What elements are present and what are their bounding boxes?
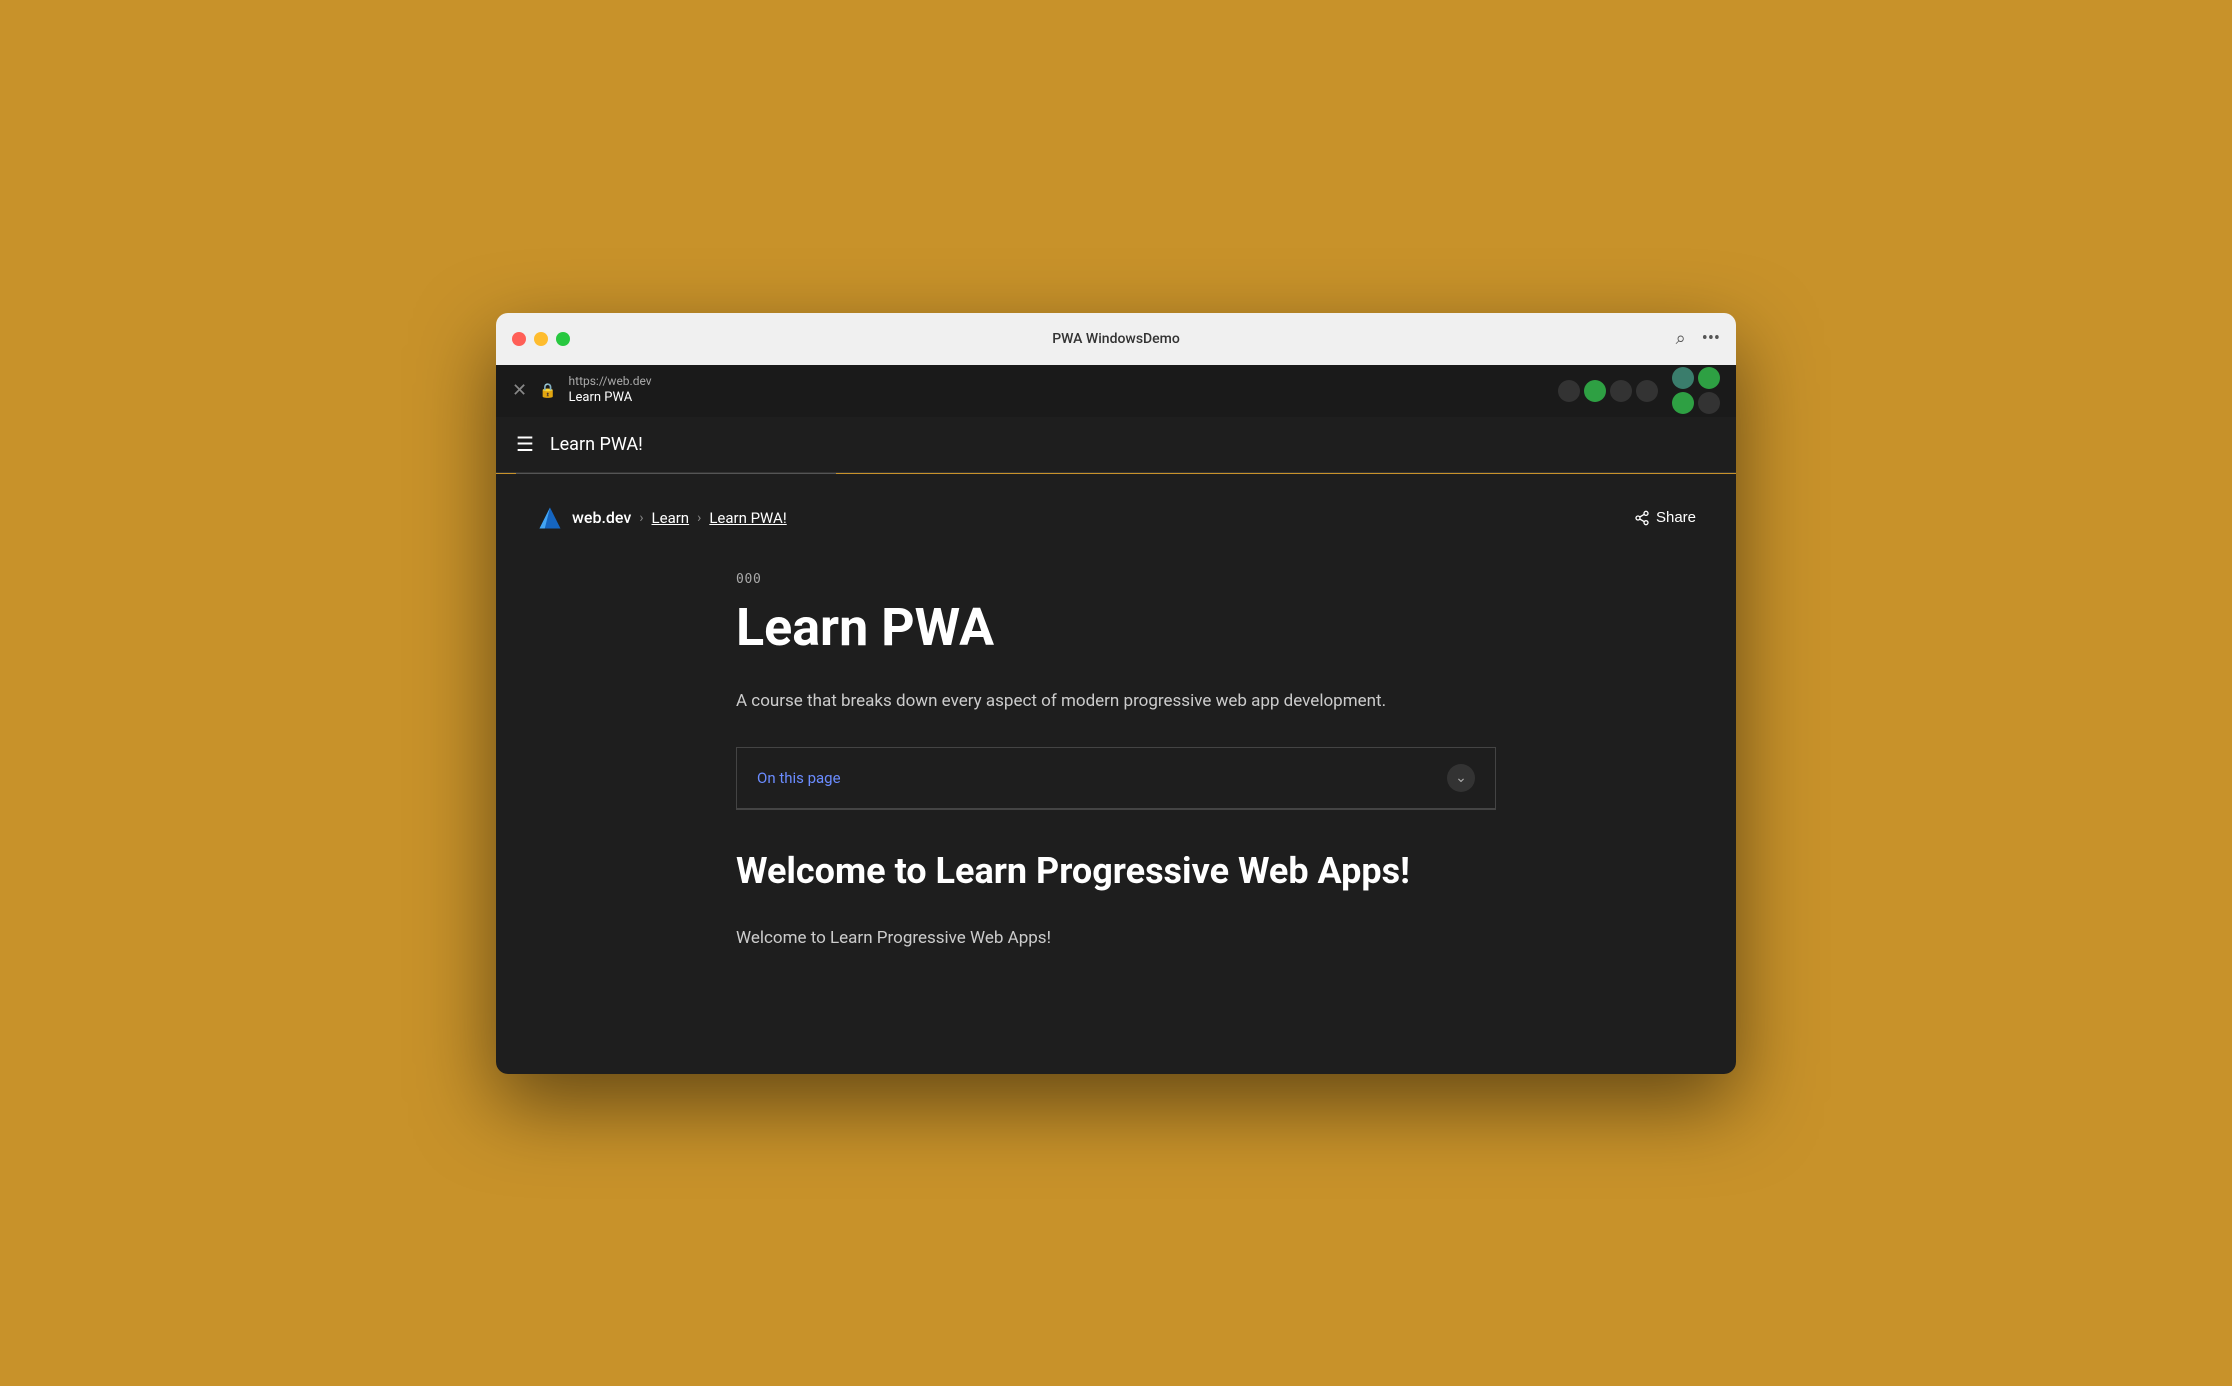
- address-site-name: Learn PWA: [569, 390, 652, 407]
- divider-bottom: [736, 809, 1496, 810]
- webdev-logo-link[interactable]: web.dev: [536, 504, 631, 532]
- ext-icon-8[interactable]: [1698, 392, 1720, 414]
- ext-icon-7[interactable]: [1672, 392, 1694, 414]
- tab-close-icon[interactable]: ✕: [512, 380, 527, 401]
- ext-icon-1[interactable]: [1558, 380, 1580, 402]
- window-title: PWA WindowsDemo: [1052, 331, 1180, 347]
- breadcrumb-sep-2: ›: [697, 510, 701, 526]
- search-icon[interactable]: ⌕: [1676, 328, 1686, 349]
- webdev-logo-icon: [536, 504, 564, 532]
- ext-icon-6[interactable]: [1698, 367, 1720, 389]
- breadcrumb-sep-1: ›: [639, 510, 643, 526]
- share-label: Share: [1656, 509, 1696, 526]
- lock-icon: 🔒: [539, 383, 556, 399]
- ext-icon-2[interactable]: [1584, 380, 1606, 402]
- maximize-button[interactable]: [556, 332, 570, 346]
- close-button[interactable]: [512, 332, 526, 346]
- title-bar-actions: ⌕ •••: [1676, 328, 1720, 349]
- main-content: web.dev › Learn › Learn PWA! Share 000 L…: [496, 474, 1736, 1074]
- share-button[interactable]: Share: [1634, 509, 1696, 526]
- ext-icon-5[interactable]: [1672, 367, 1694, 389]
- webdev-home-link[interactable]: web.dev: [572, 508, 631, 527]
- on-this-page-label: On this page: [757, 769, 841, 787]
- ext-icon-4[interactable]: [1636, 380, 1658, 402]
- title-bar: PWA WindowsDemo ⌕ •••: [496, 313, 1736, 365]
- article-title: Learn PWA: [736, 599, 1496, 656]
- address-url: https://web.dev: [569, 374, 652, 390]
- article-description: A course that breaks down every aspect o…: [736, 688, 1496, 715]
- hamburger-icon[interactable]: ☰: [516, 432, 534, 456]
- nav-title: Learn PWA!: [550, 434, 643, 455]
- minimize-button[interactable]: [534, 332, 548, 346]
- app-window: PWA WindowsDemo ⌕ ••• ✕ 🔒 https://web.de…: [496, 313, 1736, 1074]
- address-bar: ✕ 🔒 https://web.dev Learn PWA: [496, 365, 1736, 417]
- section-heading: Welcome to Learn Progressive Web Apps!: [736, 850, 1496, 893]
- extensions: [1558, 380, 1658, 402]
- on-this-page-toggle[interactable]: On this page ⌄: [736, 748, 1496, 809]
- more-icon[interactable]: •••: [1702, 328, 1720, 349]
- traffic-lights: [512, 332, 570, 346]
- section-text: Welcome to Learn Progressive Web Apps!: [736, 925, 1496, 952]
- chevron-down-icon: ⌄: [1447, 764, 1475, 792]
- breadcrumb-learn-link[interactable]: Learn: [652, 509, 690, 527]
- breadcrumb: web.dev › Learn › Learn PWA! Share: [536, 504, 1696, 532]
- article-number: 000: [736, 572, 1496, 587]
- ext-icon-3[interactable]: [1610, 380, 1632, 402]
- nav-bar: ☰ Learn PWA!: [496, 417, 1736, 473]
- address-info: https://web.dev Learn PWA: [569, 374, 652, 406]
- article: 000 Learn PWA A course that breaks down …: [736, 572, 1496, 953]
- breadcrumb-current-link[interactable]: Learn PWA!: [709, 509, 786, 527]
- share-icon: [1634, 510, 1650, 526]
